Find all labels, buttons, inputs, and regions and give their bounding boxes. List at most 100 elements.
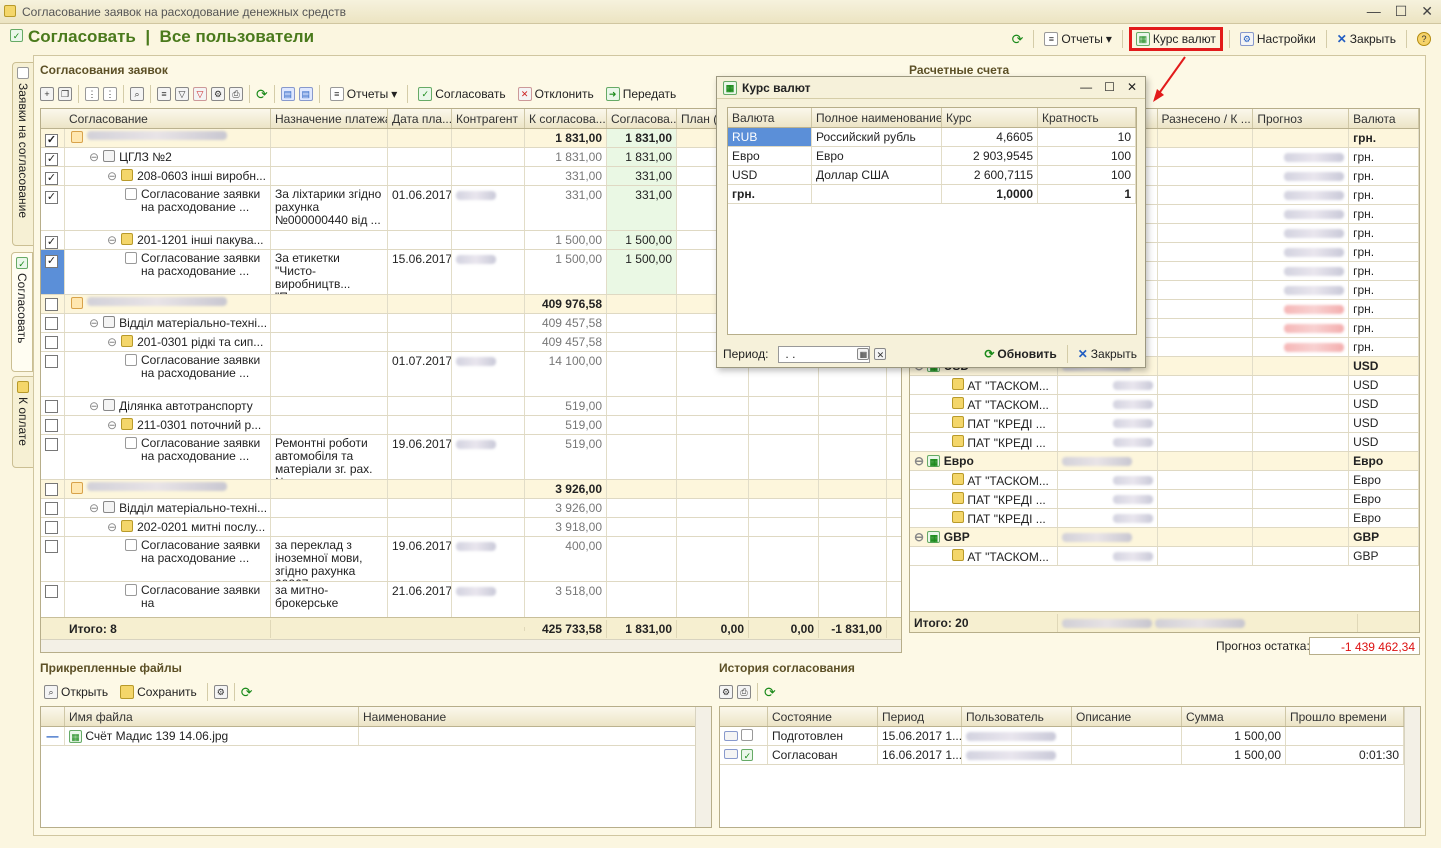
row-checkbox[interactable] [45, 585, 58, 598]
reports-button[interactable]: ≡ Отчеты ▾ [1040, 30, 1116, 48]
close-dialog-button[interactable]: ✕ Закрыть [1074, 345, 1141, 363]
account-group-row[interactable]: ⊖ ▦ GBP GBP [910, 528, 1419, 547]
collapse-icon[interactable]: ⊖ [107, 335, 117, 349]
tab-approve[interactable]: ✓ Согласовать [11, 252, 33, 372]
account-row[interactable]: АТ "ТАСКОМ... USD [910, 395, 1419, 414]
hierarchy-icon[interactable]: ⋮ [85, 87, 99, 101]
refresh-rates-button[interactable]: ⟳ Обновить [980, 345, 1060, 363]
column-header[interactable]: Дата пла... [388, 109, 452, 128]
account-row[interactable]: ПАТ "КРЕДІ ... Евро [910, 490, 1419, 509]
collapse-icon[interactable]: ⊖ [89, 501, 99, 515]
row-checkbox[interactable]: ✓ [45, 236, 58, 249]
refresh-button[interactable]: ⟳ [1008, 29, 1028, 50]
maximize-icon[interactable]: ☐ [1104, 80, 1115, 94]
settings-list-icon[interactable]: ⚙ [211, 87, 225, 101]
rate-row[interactable]: грн. 1,0000 1 [728, 185, 1136, 204]
history-row[interactable]: Подготовлен 15.06.2017 1... 1 500,00 [720, 727, 1420, 746]
row-checkbox[interactable]: ✓ [45, 134, 58, 147]
account-row[interactable]: ПАТ "КРЕДІ ... Евро [910, 509, 1419, 528]
row-checkbox[interactable]: ✓ [45, 172, 58, 185]
collapse-icon[interactable]: ⊖ [107, 418, 117, 432]
calendar-icon[interactable]: ▦ [857, 348, 870, 360]
table-row[interactable]: 3 926,00 [41, 480, 901, 499]
open-file-button[interactable]: ⌕ Открыть [40, 683, 112, 701]
table-row[interactable]: ⊖ Ділянка автотранспорту 519,00 [41, 397, 901, 416]
view-list-icon[interactable]: ▤ [280, 87, 295, 101]
row-checkbox[interactable] [45, 298, 58, 311]
row-checkbox[interactable] [45, 438, 58, 451]
account-row[interactable]: АТ "ТАСКОМ... Евро [910, 471, 1419, 490]
filter-list-icon[interactable]: ≡ [157, 87, 171, 101]
column-header[interactable]: Назначение платежа [271, 109, 388, 128]
maximize-icon[interactable]: ☐ [1395, 3, 1408, 20]
clear-icon[interactable]: ✕ [874, 348, 887, 360]
tab-requests[interactable]: Заявки на согласование [12, 62, 34, 246]
account-row[interactable]: ПАТ "КРЕДІ ... USD [910, 433, 1419, 452]
account-row[interactable]: ПАТ "КРЕДІ ... USD [910, 414, 1419, 433]
table-row[interactable]: Согласование заявки на расходование ... Р… [41, 435, 901, 480]
row-checkbox[interactable]: ✓ [45, 255, 58, 268]
pass-button[interactable]: ➜ Передать [602, 85, 681, 103]
approvals-reports-button[interactable]: ≡ Отчеты ▾ [326, 85, 402, 103]
settings-button[interactable]: ⚙ Настройки [1236, 30, 1320, 48]
column-header[interactable]: Согласование [41, 109, 271, 128]
row-checkbox[interactable] [45, 400, 58, 413]
collapse-icon[interactable]: ⊖ [89, 399, 99, 413]
print-icon[interactable]: ⎙ [737, 685, 751, 699]
help-button[interactable]: ? [1413, 30, 1435, 48]
collapse-icon[interactable]: ⊖ [107, 169, 117, 183]
row-checkbox[interactable]: ✓ [45, 191, 58, 204]
row-checkbox[interactable] [45, 355, 58, 368]
clear-filter-icon[interactable]: ▽ [193, 87, 207, 101]
close-icon[interactable]: ✕ [1127, 80, 1137, 94]
table-row[interactable]: ⊖ Відділ матеріально-техні... 3 926,00 [41, 499, 901, 518]
refresh-icon[interactable]: ⟳ [241, 684, 253, 701]
horizontal-scrollbar[interactable] [41, 639, 901, 652]
file-row[interactable]: — ▦ Счёт Мадис 139 14.06.jpg [41, 727, 711, 746]
rate-row[interactable]: Евро Евро 2 903,9545 100 [728, 147, 1136, 166]
copy-icon[interactable]: ❐ [58, 87, 72, 101]
currency-rates-button[interactable]: ▦ Курс валют [1128, 27, 1223, 51]
account-row[interactable]: АТ "ТАСКОМ... USD [910, 376, 1419, 395]
collapse-icon[interactable]: ⊖ [107, 520, 117, 534]
column-header[interactable]: Контрагент [452, 109, 525, 128]
collapse-icon[interactable]: ⊖ [89, 150, 99, 164]
row-checkbox[interactable] [45, 317, 58, 330]
row-checkbox[interactable] [45, 483, 58, 496]
refresh-icon[interactable]: ⟳ [764, 684, 776, 701]
row-checkbox[interactable] [45, 540, 58, 553]
period-input[interactable]: . . ▦ [778, 345, 871, 363]
collapse-icon[interactable]: ⊖ [107, 233, 117, 247]
collapse-icon[interactable]: ⊖ [89, 316, 99, 330]
add-icon[interactable]: + [40, 87, 54, 101]
column-header[interactable]: К согласова... [525, 109, 607, 128]
tree-icon[interactable]: ⋮ [103, 87, 117, 101]
approve-button[interactable]: ✓ Согласовать [414, 85, 509, 103]
row-checkbox[interactable] [45, 521, 58, 534]
vertical-scrollbar[interactable] [695, 707, 711, 827]
reject-button[interactable]: ✕ Отклонить [514, 85, 598, 103]
rate-row[interactable]: USD Доллар США 2 600,7115 100 [728, 166, 1136, 185]
close-icon[interactable]: ✕ [1421, 3, 1433, 20]
close-form-button[interactable]: ✕ Закрыть [1333, 30, 1400, 48]
view-tree-icon[interactable]: ▤ [298, 87, 313, 101]
tab-to-pay[interactable]: К оплате [12, 376, 34, 468]
table-row[interactable]: Согласование заявки на расходование ... з… [41, 537, 901, 582]
table-row[interactable]: ⊖ 211-0301 поточний р... 519,00 [41, 416, 901, 435]
row-checkbox[interactable]: ✓ [45, 153, 58, 166]
column-header[interactable]: Согласова... [607, 109, 677, 128]
account-group-row[interactable]: ⊖ ▦ Евро Евро [910, 452, 1419, 471]
vertical-scrollbar[interactable] [1404, 707, 1420, 827]
refresh-icon[interactable]: ⟳ [256, 86, 268, 103]
row-checkbox[interactable] [45, 502, 58, 515]
settings-list-icon[interactable]: ⚙ [719, 685, 733, 699]
row-checkbox[interactable] [45, 336, 58, 349]
find-icon[interactable]: ⌕ [130, 87, 144, 101]
filter-icon[interactable]: ▽ [175, 87, 189, 101]
minimize-icon[interactable]: — [1367, 3, 1381, 20]
account-row[interactable]: АТ "ТАСКОМ... GBP [910, 547, 1419, 566]
minimize-icon[interactable]: — [1080, 80, 1092, 94]
save-file-button[interactable]: Сохранить [116, 683, 201, 701]
row-checkbox[interactable] [45, 419, 58, 432]
print-icon[interactable]: ⎙ [229, 87, 243, 101]
